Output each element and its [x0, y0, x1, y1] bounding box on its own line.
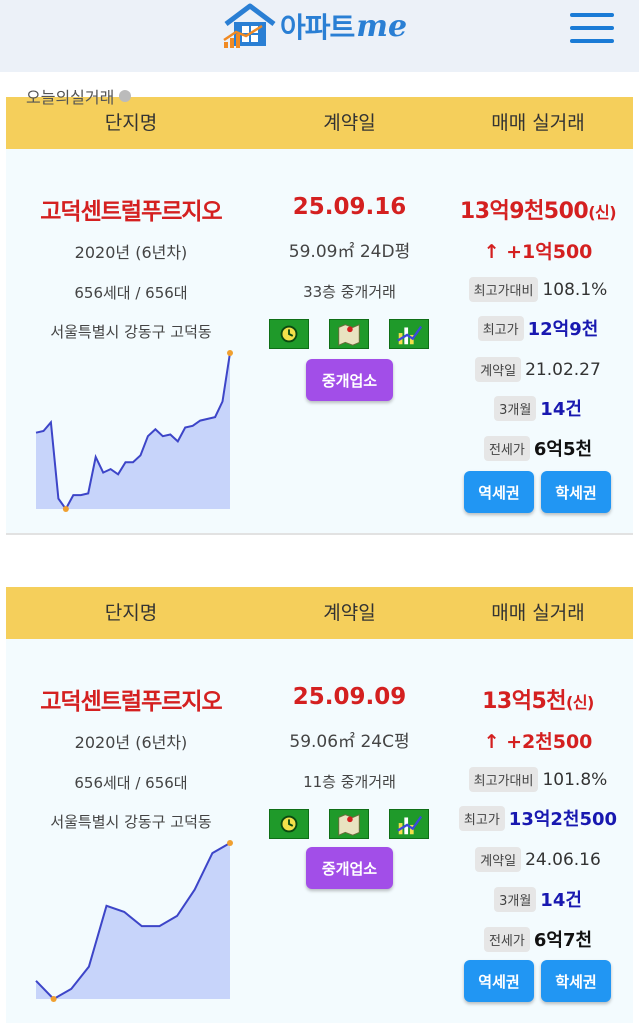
max-ratio-row: 최고가대비 101.8%: [443, 767, 633, 792]
period-label: 3개월: [494, 395, 537, 421]
area-size: 59.06㎡ 24C평: [289, 732, 410, 752]
contract-date: 25.09.09: [292, 684, 407, 710]
clock-icon[interactable]: [269, 319, 309, 349]
build-year: 2020년 (6년차): [74, 733, 188, 752]
column-header-date: 계약일: [323, 112, 376, 134]
chart-min-point: [50, 996, 57, 1002]
column-header-date: 계약일: [323, 602, 376, 624]
price-change: ↑ +2천500: [483, 731, 593, 753]
listing-card: 단지명 계약일 매매 실거래 고덕센트럴푸르지오 2020년 (6년차) 656…: [6, 587, 633, 1023]
max-ratio-value: 108.1%: [542, 279, 608, 300]
household-count: 656세대 / 656대: [74, 774, 188, 792]
column-header-price: 매매 실거래: [491, 112, 585, 134]
clock-icon[interactable]: [269, 809, 309, 839]
section-title-text: 오늘의실거래: [26, 88, 115, 107]
chart-last-point: [227, 840, 233, 846]
jeonse-label: 전세가: [483, 435, 530, 461]
price-change: ↑ +1억500: [483, 241, 593, 263]
period-label: 3개월: [494, 886, 537, 912]
max-price-value: 12억9천: [527, 319, 599, 340]
period-value: 14건: [540, 399, 582, 420]
section-title: 오늘의실거래: [26, 84, 132, 108]
column-header-name: 단지명: [104, 602, 158, 624]
max-ratio-label: 최고가대비: [468, 277, 539, 302]
jeonse-label: 전세가: [483, 926, 530, 952]
trade-price: 13억9천500(신): [443, 193, 633, 225]
contract-date: 25.09.16: [292, 194, 407, 220]
max-price-label: 최고가: [477, 315, 524, 341]
max-price-row: 최고가 12억9천: [443, 315, 633, 341]
period-row: 3개월 14건: [443, 395, 633, 421]
quick-icons: [269, 809, 439, 841]
area-size: 59.09㎡ 24D평: [288, 242, 411, 262]
jeonse-value: 6억7천: [533, 930, 593, 951]
max-date-row: 계약일 21.02.27: [443, 357, 633, 382]
broker-button[interactable]: 중개업소: [306, 359, 393, 401]
status-dot-icon: [119, 90, 132, 102]
max-price-label: 최고가: [458, 805, 505, 831]
max-date-label: 계약일: [475, 847, 522, 872]
logo-text: 아파트: [280, 11, 355, 44]
divider: [6, 533, 633, 535]
chart-icon[interactable]: [389, 809, 429, 839]
max-date-row: 계약일 24.06.16: [443, 847, 633, 872]
house-logo-icon: [223, 3, 276, 48]
max-price-row: 최고가 13억2천500: [443, 805, 633, 831]
trade-price: 13억5천(신): [443, 683, 633, 715]
max-ratio-value: 101.8%: [542, 769, 608, 790]
period-row: 3개월 14건: [443, 886, 633, 912]
address: 서울특별시 강동구 고덕동: [50, 813, 212, 831]
map-icon[interactable]: [329, 319, 369, 349]
chart-area: [36, 353, 230, 509]
chart-area: [36, 843, 230, 999]
quick-icons: [269, 319, 439, 351]
chart-min-point: [62, 506, 69, 512]
broker-button[interactable]: 중개업소: [306, 847, 393, 889]
listing-card: 단지명 계약일 매매 실거래 고덕센트럴푸르지오 2020년 (6년차) 656…: [6, 97, 633, 533]
trade-price-value: 13억9천500: [459, 199, 589, 224]
trade-price-value: 13억5천: [482, 689, 567, 714]
max-ratio-label: 최고가대비: [468, 767, 539, 792]
max-date-value: 21.02.27: [525, 359, 601, 380]
max-ratio-row: 최고가대비 108.1%: [443, 277, 633, 302]
chart-last-point: [227, 350, 233, 356]
jeonse-row: 전세가 6억7천: [443, 926, 633, 952]
household-count: 656세대 / 656대: [74, 284, 188, 302]
table-header: 단지명 계약일 매매 실거래: [6, 587, 633, 639]
period-value: 14건: [540, 890, 582, 911]
address: 서울특별시 강동구 고덕동: [50, 323, 212, 341]
max-date-label: 계약일: [475, 357, 522, 382]
jeonse-value: 6억5천: [533, 439, 593, 460]
station-area-button[interactable]: 역세권: [464, 471, 534, 513]
school-area-button[interactable]: 학세권: [541, 471, 611, 513]
logo-me: me: [356, 8, 408, 44]
app-logo[interactable]: 아파트 me: [222, 2, 407, 50]
complex-name[interactable]: 고덕센트럴푸르지오: [6, 682, 256, 716]
station-area-button[interactable]: 역세권: [464, 960, 534, 1002]
column-header-price: 매매 실거래: [491, 602, 585, 624]
max-date-value: 24.06.16: [525, 849, 601, 870]
complex-name[interactable]: 고덕센트럴푸르지오: [6, 192, 256, 226]
new-record-tag: (신): [566, 693, 594, 712]
floor-info: 11층 중개거래: [303, 773, 396, 791]
price-trend-chart: [35, 840, 233, 1002]
chart-icon[interactable]: [389, 319, 429, 349]
price-trend-chart: [35, 350, 233, 512]
menu-icon[interactable]: [570, 11, 614, 45]
new-record-tag: (신): [588, 203, 617, 222]
build-year: 2020년 (6년차): [74, 243, 188, 262]
school-area-button[interactable]: 학세권: [541, 960, 611, 1002]
top-bar: 아파트 me: [0, 0, 639, 72]
floor-info: 33층 중개거래: [303, 283, 396, 301]
map-icon[interactable]: [329, 809, 369, 839]
max-price-value: 13억2천500: [508, 809, 618, 830]
jeonse-row: 전세가 6억5천: [443, 435, 633, 461]
